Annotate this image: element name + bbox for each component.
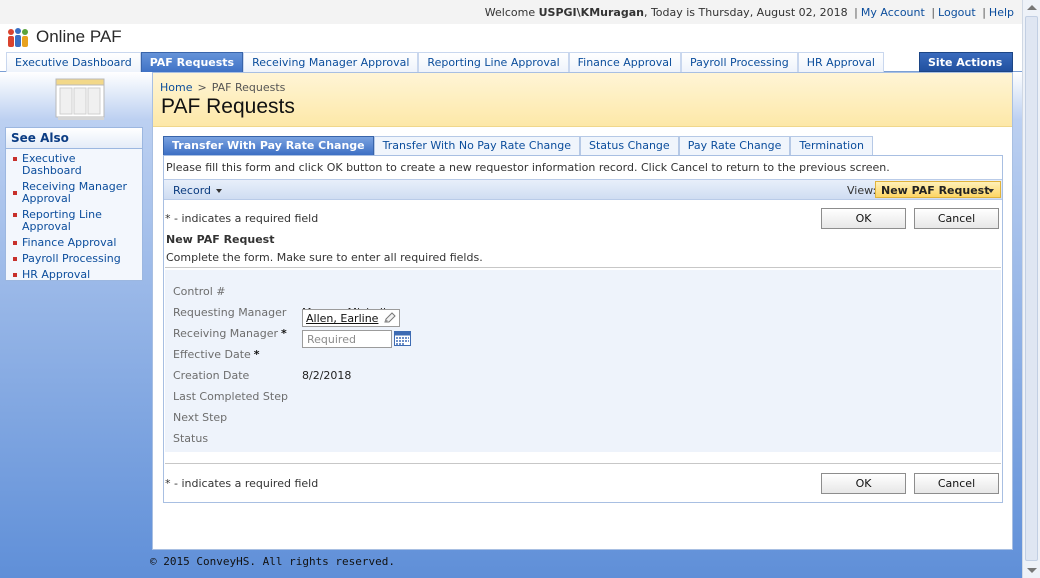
see-also-panel: See Also Executive Dashboard Receiving M…	[5, 127, 143, 281]
breadcrumb: Home > PAF Requests	[160, 81, 285, 94]
see-also-label: HR Approval	[22, 268, 91, 281]
nav-tab-hr-approval[interactable]: HR Approval	[797, 52, 884, 72]
people-logo-icon	[8, 28, 28, 47]
breadcrumb-current: PAF Requests	[211, 81, 286, 94]
creation-date-value: 8/2/2018	[302, 369, 352, 382]
copyright-footer: © 2015 ConveyHS. All rights reserved.	[150, 555, 396, 568]
ok-button-bottom[interactable]: OK	[821, 473, 906, 494]
form-divider	[165, 463, 1001, 464]
help-link[interactable]: Help	[989, 6, 1014, 19]
site-actions-menu[interactable]: Site Actions	[919, 52, 1013, 78]
see-also-item-hr-approval[interactable]: HR Approval	[6, 269, 142, 281]
bullet-icon	[13, 257, 17, 261]
cancel-button-bottom[interactable]: Cancel	[914, 473, 999, 494]
tab-pay-rate-change[interactable]: Pay Rate Change	[678, 136, 791, 155]
view-label: View:	[847, 184, 877, 197]
see-also-item-reporting-line-approval[interactable]: Reporting Line Approval	[6, 209, 142, 233]
see-also-label: Payroll Processing	[22, 252, 121, 265]
my-account-link[interactable]: My Account	[861, 6, 925, 19]
scrollbar-thumb[interactable]	[1025, 16, 1038, 561]
last-completed-step-label: Last Completed Step	[173, 390, 288, 403]
bullet-icon	[13, 157, 17, 161]
current-user: USPGI\KMuragan	[538, 6, 644, 19]
nav-tab-reporting-line-approval[interactable]: Reporting Line Approval	[418, 52, 569, 72]
breadcrumb-home-link[interactable]: Home	[160, 81, 192, 94]
form-instructions: Please fill this form and click OK butto…	[166, 161, 890, 174]
see-also-label: Executive Dashboard	[22, 152, 82, 177]
receiving-manager-value[interactable]: Allen, Earline	[306, 312, 378, 325]
bullet-icon	[13, 213, 17, 217]
see-also-label: Finance Approval	[22, 236, 117, 249]
today-date: , Today is Thursday, August 02, 2018	[643, 6, 848, 19]
main-content: Home > PAF Requests PAF Requests Transfer …	[152, 72, 1013, 550]
tab-status-change[interactable]: Status Change	[580, 136, 679, 155]
welcome-bar: Welcome USPGI\KMuragan, Today is Thursda…	[0, 0, 1022, 24]
nav-tab-finance-approval[interactable]: Finance Approval	[568, 52, 682, 72]
edit-pencil-icon[interactable]	[383, 312, 396, 324]
scroll-down-arrow-icon[interactable]	[1027, 568, 1037, 573]
form-type-tabs: Transfer With Pay Rate Change Transfer W…	[163, 136, 873, 155]
next-step-label: Next Step	[173, 411, 228, 424]
page-layout-icon	[55, 78, 105, 120]
paf-form: Please fill this form and click OK butto…	[163, 155, 1003, 503]
required-field-note-top: * - indicates a required field	[165, 212, 319, 225]
receiving-manager-picker[interactable]: Allen, Earline	[302, 309, 400, 327]
see-also-item-finance-approval[interactable]: Finance Approval	[6, 237, 142, 249]
see-also-label: Receiving Manager Approval	[22, 180, 128, 205]
nav-tab-paf-requests[interactable]: PAF Requests	[140, 52, 244, 72]
calendar-icon[interactable]	[394, 331, 411, 346]
required-star: *	[253, 348, 260, 361]
form-heading: New PAF Request	[166, 233, 275, 246]
chevron-down-icon	[216, 189, 223, 193]
nav-tab-payroll-processing[interactable]: Payroll Processing	[681, 52, 798, 72]
scroll-up-arrow-icon[interactable]	[1027, 5, 1037, 10]
record-menu-label: Record	[173, 184, 212, 197]
tab-transfer-with-no-pay-rate-change[interactable]: Transfer With No Pay Rate Change	[373, 136, 581, 155]
see-also-item-executive-dashboard[interactable]: Executive Dashboard	[6, 153, 142, 177]
see-also-item-payroll-processing[interactable]: Payroll Processing	[6, 253, 142, 265]
site-actions-label: Site Actions	[928, 56, 1003, 69]
welcome-prefix: Welcome	[484, 6, 539, 19]
nav-tab-executive-dashboard[interactable]: Executive Dashboard	[6, 52, 141, 72]
ok-button-top[interactable]: OK	[821, 208, 906, 229]
effective-date-label: Effective Date	[173, 348, 251, 361]
tab-termination[interactable]: Termination	[790, 136, 873, 155]
vertical-scrollbar[interactable]	[1022, 0, 1040, 578]
form-divider	[165, 267, 1001, 268]
view-selector[interactable]: New PAF Request	[875, 181, 1001, 198]
effective-date-input[interactable]: Required	[302, 330, 392, 348]
required-star: *	[281, 327, 287, 340]
site-title[interactable]: Online PAF	[36, 27, 122, 47]
view-selected-value: New PAF Request	[881, 184, 990, 197]
bullet-icon	[13, 273, 17, 277]
required-field-note-bottom: * - indicates a required field	[165, 477, 319, 490]
page-title: PAF Requests	[161, 95, 295, 118]
form-toolbar: Record View: New PAF Request	[164, 179, 1002, 200]
record-menu[interactable]: Record	[173, 184, 223, 197]
logout-link[interactable]: Logout	[938, 6, 976, 19]
control-number-label: Control #	[173, 285, 226, 298]
site-header: Online PAF	[0, 24, 1022, 52]
see-also-label: Reporting Line Approval	[22, 208, 102, 233]
bullet-icon	[13, 241, 17, 245]
cancel-button-top[interactable]: Cancel	[914, 208, 999, 229]
see-also-title: See Also	[6, 128, 142, 149]
status-label: Status	[173, 432, 209, 445]
receiving-manager-label: Receiving Manager	[173, 327, 279, 340]
bullet-icon	[13, 191, 17, 195]
creation-date-label: Creation Date	[173, 369, 250, 382]
breadcrumb-separator: >	[197, 81, 207, 94]
chevron-down-icon	[988, 189, 994, 193]
tab-transfer-with-pay-rate-change[interactable]: Transfer With Pay Rate Change	[163, 136, 374, 155]
top-navigation: Executive Dashboard PAF Requests Receivi…	[0, 52, 1022, 78]
form-description: Complete the form. Make sure to enter al…	[166, 251, 483, 264]
form-fields: Control # Requesting Manager Murray, Mic…	[165, 270, 1001, 452]
receiving-manager-label-row: Receiving Manager *	[173, 327, 287, 340]
page-title-area: Home > PAF Requests PAF Requests	[153, 73, 1012, 127]
see-also-item-receiving-manager-approval[interactable]: Receiving Manager Approval	[6, 181, 142, 205]
requesting-manager-label: Requesting Manager	[173, 306, 287, 319]
effective-date-label-row: Effective Date *	[173, 348, 260, 361]
nav-tab-receiving-manager-approval[interactable]: Receiving Manager Approval	[243, 52, 419, 72]
